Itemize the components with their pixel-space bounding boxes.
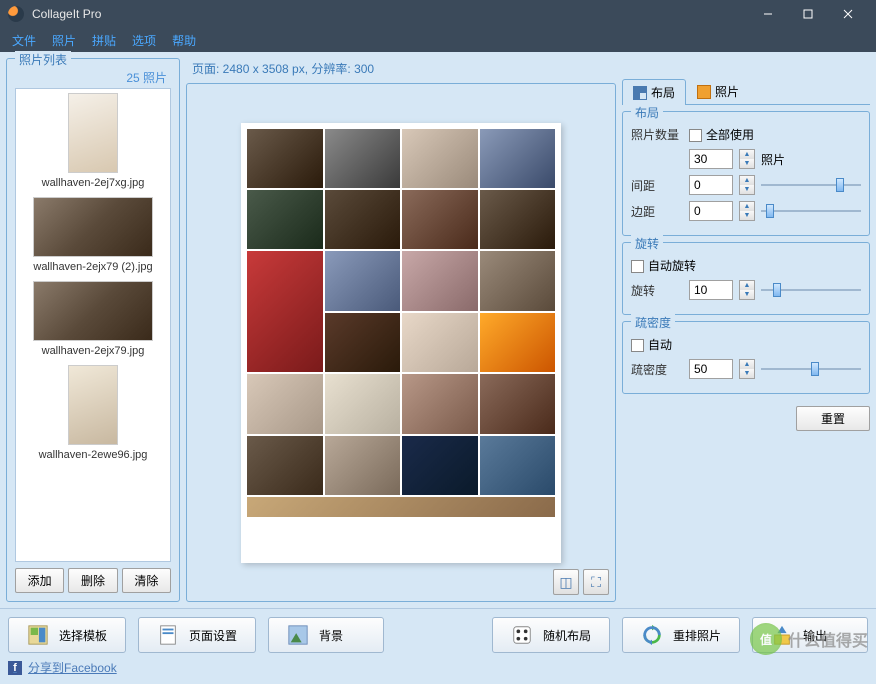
thumbnail-label: wallhaven-2ewe96.jpg (20, 449, 166, 461)
margin-spinner[interactable]: ▲▼ (739, 201, 755, 221)
thumbnail-image (68, 93, 118, 173)
clear-button[interactable]: 清除 (122, 568, 171, 593)
menu-collage[interactable]: 拼贴 (92, 32, 116, 49)
thumbnail-image (68, 365, 118, 445)
layout-group: 布局 照片数量 全部使用 ▲▼ 照片 间距 ▲▼ 边距 ▲▼ (622, 111, 870, 236)
app-title: CollageIt Pro (32, 7, 748, 21)
rotate-input[interactable] (689, 280, 733, 300)
template-icon (27, 624, 49, 646)
photo-icon (697, 85, 711, 99)
maximize-button[interactable] (788, 0, 828, 28)
left-panel: 照片列表 25 照片 wallhaven-2ej7xg.jpg wallhave… (6, 58, 180, 602)
main-area: 照片列表 25 照片 wallhaven-2ej7xg.jpg wallhave… (0, 52, 876, 608)
background-button[interactable]: 背景 (268, 617, 384, 653)
tabs: 布局 照片 (622, 78, 870, 105)
spacing-spinner[interactable]: ▲▼ (739, 175, 755, 195)
collage-canvas[interactable] (241, 123, 561, 563)
app-icon (8, 6, 24, 22)
page-info: 页面: 2480 x 3508 px, 分辨率: 300 (186, 58, 616, 83)
menu-photo[interactable]: 照片 (52, 32, 76, 49)
rotate-group: 旋转 自动旋转 旋转 ▲▼ (622, 242, 870, 315)
rotate-label: 旋转 (631, 282, 683, 299)
center-panel: 页面: 2480 x 3508 px, 分辨率: 300 ◫ ⛶ (186, 58, 616, 602)
titlebar: CollageIt Pro (0, 0, 876, 28)
menu-options[interactable]: 选项 (132, 32, 156, 49)
auto-rotate-checkbox[interactable]: 自动旋转 (631, 257, 696, 274)
density-group: 疏密度 自动 疏密度 ▲▼ (622, 321, 870, 394)
photo-list-buttons: 添加 删除 清除 (15, 568, 171, 593)
menubar: 文件 照片 拼贴 选项 帮助 (0, 28, 876, 52)
auto-density-checkbox[interactable]: 自动 (631, 336, 672, 353)
spacing-label: 间距 (631, 177, 683, 194)
density-label: 疏密度 (631, 361, 683, 378)
thumbnail-label: wallhaven-2ej7xg.jpg (20, 177, 166, 189)
close-button[interactable] (828, 0, 868, 28)
menu-file[interactable]: 文件 (12, 32, 36, 49)
layout-icon (633, 86, 647, 100)
density-slider[interactable] (761, 360, 861, 378)
list-item[interactable]: wallhaven-2ewe96.jpg (20, 365, 166, 461)
add-button[interactable]: 添加 (15, 568, 64, 593)
random-layout-button[interactable]: 随机布局 (492, 617, 610, 653)
page-setup-button[interactable]: 页面设置 (138, 617, 256, 653)
rotate-slider[interactable] (761, 281, 861, 299)
density-spinner[interactable]: ▲▼ (739, 359, 755, 379)
use-all-checkbox[interactable]: 全部使用 (689, 126, 754, 143)
template-button[interactable]: 选择模板 (8, 617, 126, 653)
minimize-button[interactable] (748, 0, 788, 28)
photo-list-title: 照片列表 (15, 51, 71, 68)
delete-button[interactable]: 删除 (68, 568, 117, 593)
facebook-link[interactable]: f分享到Facebook (8, 659, 868, 676)
photo-count-input[interactable] (689, 149, 733, 169)
margin-input[interactable] (689, 201, 733, 221)
reset-button[interactable]: 重置 (796, 406, 870, 431)
photo-count: 25 照片 (15, 67, 171, 88)
bottom-bar: 选择模板 页面设置 背景 随机布局 重排照片 输出 f分享到Facebook 值… (0, 608, 876, 684)
photo-count-spinner[interactable]: ▲▼ (739, 149, 755, 169)
canvas-tools: ◫ ⛶ (553, 569, 609, 595)
page-icon (157, 624, 179, 646)
refresh-icon (641, 624, 663, 646)
list-item[interactable]: wallhaven-2ej7xg.jpg (20, 93, 166, 189)
background-icon (287, 624, 309, 646)
tab-layout[interactable]: 布局 (622, 79, 686, 105)
list-item[interactable]: wallhaven-2ejx79.jpg (20, 281, 166, 357)
margin-label: 边距 (631, 203, 683, 220)
output-button[interactable]: 输出 (752, 617, 868, 653)
photo-count-label: 照片数量 (631, 126, 683, 143)
right-panel: 布局 照片 布局 照片数量 全部使用 ▲▼ 照片 间距 ▲▼ 边距 (622, 58, 870, 602)
photo-list-group: 照片列表 25 照片 wallhaven-2ej7xg.jpg wallhave… (6, 58, 180, 602)
fit-tool-button[interactable]: ⛶ (583, 569, 609, 595)
dice-icon (511, 624, 533, 646)
rearrange-button[interactable]: 重排照片 (622, 617, 740, 653)
thumbnail-label: wallhaven-2ejx79 (2).jpg (20, 261, 166, 273)
spacing-slider[interactable] (761, 176, 861, 194)
list-item[interactable]: wallhaven-2ejx79 (2).jpg (20, 197, 166, 273)
tab-photo[interactable]: 照片 (686, 78, 750, 104)
rotate-spinner[interactable]: ▲▼ (739, 280, 755, 300)
margin-slider[interactable] (761, 202, 861, 220)
canvas-container: ◫ ⛶ (186, 83, 616, 602)
crop-tool-button[interactable]: ◫ (553, 569, 579, 595)
density-input[interactable] (689, 359, 733, 379)
menu-help[interactable]: 帮助 (172, 32, 196, 49)
thumbnail-image (33, 197, 153, 257)
spacing-input[interactable] (689, 175, 733, 195)
thumbnail-label: wallhaven-2ejx79.jpg (20, 345, 166, 357)
thumbnail-image (33, 281, 153, 341)
thumbnail-list[interactable]: wallhaven-2ej7xg.jpg wallhaven-2ejx79 (2… (15, 88, 171, 562)
export-icon (771, 624, 793, 646)
